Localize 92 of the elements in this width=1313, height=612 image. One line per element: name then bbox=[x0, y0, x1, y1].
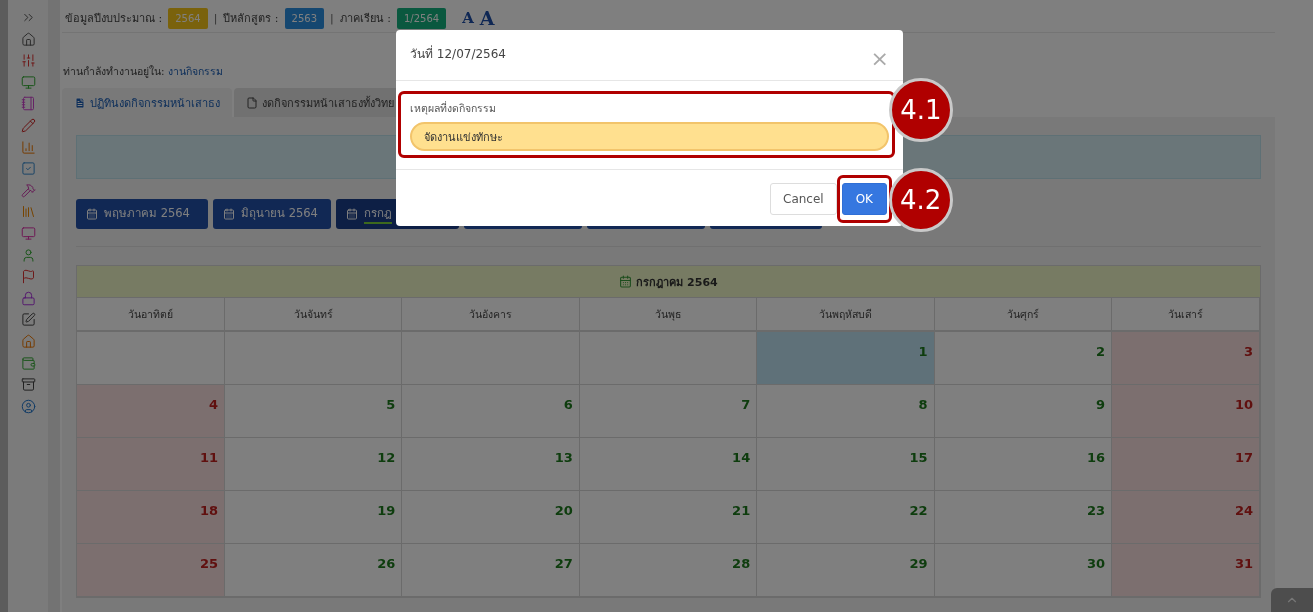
weekday-header: วันอังคาร bbox=[402, 298, 580, 332]
value-badge: 2564 bbox=[168, 7, 208, 29]
day-cell[interactable]: 21 bbox=[579, 491, 758, 544]
day-cell[interactable]: 2 bbox=[934, 332, 1112, 385]
weekday-header: วันพุธ bbox=[579, 298, 758, 332]
dialog-title: วันที่ 12/07/2564 bbox=[410, 44, 506, 63]
day-cell[interactable]: 9 bbox=[934, 385, 1112, 438]
weekday-header: วันจันทร์ bbox=[225, 298, 403, 332]
day-number: 2 bbox=[1095, 344, 1105, 360]
day-cell[interactable]: 26 bbox=[225, 544, 403, 597]
month-button[interactable]: มิถุนายน 2564 bbox=[213, 199, 331, 229]
day-cell[interactable]: 29 bbox=[757, 544, 935, 597]
day-number: 5 bbox=[386, 397, 396, 413]
field-label: ปีหลักสูตร : bbox=[223, 11, 279, 27]
day-number: 20 bbox=[554, 503, 573, 519]
day-cell[interactable]: 18 bbox=[77, 491, 225, 544]
cancel-button[interactable]: Cancel bbox=[770, 183, 837, 215]
day-number: 29 bbox=[909, 556, 928, 572]
day-number: 19 bbox=[377, 503, 396, 519]
breadcrumb-text: ท่านกำลังทำงานอยู่ใน: bbox=[63, 65, 165, 77]
day-number: 22 bbox=[909, 503, 928, 519]
day-number: 27 bbox=[554, 556, 573, 572]
calendar-title: กรกฎาคม 2564 bbox=[636, 274, 718, 291]
day-number: 14 bbox=[732, 450, 751, 466]
day-number: 16 bbox=[1086, 450, 1105, 466]
day-cell[interactable]: 6 bbox=[402, 385, 580, 438]
day-number: 9 bbox=[1095, 397, 1105, 413]
day-number: 26 bbox=[377, 556, 396, 572]
day-cell[interactable]: 24 bbox=[1112, 491, 1260, 544]
day-number: 12 bbox=[377, 450, 396, 466]
day-cell[interactable]: 10 bbox=[1112, 385, 1260, 438]
value-badge: 1/2564 bbox=[396, 7, 447, 29]
day-cell[interactable]: 27 bbox=[402, 544, 580, 597]
day-cell[interactable]: 14 bbox=[579, 438, 758, 491]
day-cell[interactable]: 25 bbox=[77, 544, 225, 597]
ok-button[interactable]: OK bbox=[841, 183, 887, 215]
field-label: ข้อมูลปีงบประมาณ : bbox=[65, 11, 163, 27]
day-cell[interactable]: 19 bbox=[225, 491, 403, 544]
weekday-header: วันอาทิตย์ bbox=[77, 298, 225, 332]
day-number: 15 bbox=[909, 450, 928, 466]
day-number: 21 bbox=[732, 503, 751, 519]
weekday-header: วันศุกร์ bbox=[934, 298, 1112, 332]
day-number: 31 bbox=[1234, 556, 1253, 572]
day-cell[interactable]: 13 bbox=[402, 438, 580, 491]
day-number: 28 bbox=[732, 556, 751, 572]
breadcrumb-link[interactable]: งานกิจกรรม bbox=[167, 65, 223, 77]
step-badge: 4.1 bbox=[889, 78, 953, 142]
weekday-header: วันพฤหัสบดี bbox=[757, 298, 935, 332]
weekday-header: วันเสาร์ bbox=[1112, 298, 1260, 332]
day-number: 3 bbox=[1243, 344, 1253, 360]
input-field[interactable]: จัดงานแข่งทักษะ bbox=[410, 122, 889, 151]
day-cell[interactable]: 11 bbox=[77, 438, 225, 491]
day-cell[interactable]: 28 bbox=[579, 544, 758, 597]
day-number: 7 bbox=[741, 397, 751, 413]
day-number: 13 bbox=[554, 450, 573, 466]
day-cell[interactable]: 15 bbox=[757, 438, 935, 491]
day-cell[interactable]: 3 bbox=[1112, 332, 1260, 385]
decrease-font-button[interactable]: A bbox=[462, 9, 474, 27]
day-cell[interactable]: 4 bbox=[77, 385, 225, 438]
tab[interactable]: ปฏิทินงดกิจกรรมหน้าเสาธง bbox=[62, 88, 232, 117]
day-cell[interactable]: 20 bbox=[402, 491, 580, 544]
day-number: 6 bbox=[563, 397, 573, 413]
separator-text: | bbox=[213, 11, 218, 25]
day-cell[interactable]: 7 bbox=[579, 385, 758, 438]
field-label: เหตุผลที่งดกิจกรรม bbox=[410, 100, 497, 117]
day-cell[interactable]: 1 bbox=[757, 332, 935, 385]
day-cell[interactable]: 23 bbox=[934, 491, 1112, 544]
day-number: 25 bbox=[199, 556, 218, 572]
day-cell[interactable]: 5 bbox=[225, 385, 403, 438]
day-cell[interactable]: 31 bbox=[1112, 544, 1260, 597]
day-cell[interactable]: 22 bbox=[757, 491, 935, 544]
close-button[interactable]: × bbox=[870, 48, 889, 70]
field-label: ภาคเรียน : bbox=[339, 11, 391, 27]
day-number: 10 bbox=[1234, 397, 1253, 413]
increase-font-button[interactable]: A bbox=[479, 7, 495, 29]
day-number: 1 bbox=[918, 344, 928, 360]
day-number: 18 bbox=[199, 503, 218, 519]
day-cell[interactable]: 17 bbox=[1112, 438, 1260, 491]
month-button[interactable]: พฤษภาคม 2564 bbox=[76, 199, 208, 229]
separator-text: | bbox=[330, 11, 334, 25]
day-number: 24 bbox=[1234, 503, 1253, 519]
value-badge: 2563 bbox=[284, 7, 325, 29]
day-cell[interactable]: 12 bbox=[225, 438, 403, 491]
day-cell[interactable]: 30 bbox=[934, 544, 1112, 597]
day-number: 30 bbox=[1086, 556, 1105, 572]
day-cell[interactable]: 8 bbox=[757, 385, 935, 438]
day-number: 17 bbox=[1234, 450, 1253, 466]
day-number: 11 bbox=[199, 450, 218, 466]
day-number: 4 bbox=[208, 397, 218, 413]
day-number: 8 bbox=[918, 397, 928, 413]
day-cell[interactable]: 16 bbox=[934, 438, 1112, 491]
day-number: 23 bbox=[1086, 503, 1105, 519]
